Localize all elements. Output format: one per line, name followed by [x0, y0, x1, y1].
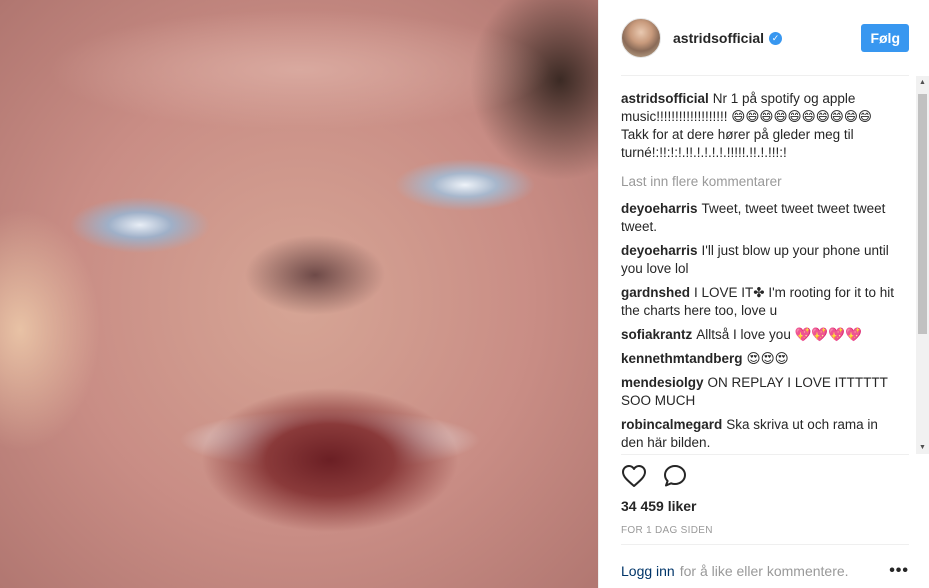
- like-count[interactable]: 34 459 liker: [621, 498, 697, 514]
- instagram-post: astridsofficial ✓ Følg astridsofficial Nr…: [0, 0, 929, 588]
- caption-username[interactable]: astridsofficial: [621, 91, 709, 106]
- login-prompt: Logg inn for å like eller kommentere. ••…: [621, 563, 909, 580]
- caption: astridsofficial Nr 1 på spotify og apple …: [621, 90, 901, 162]
- divider: [621, 544, 909, 545]
- scroll-up-arrow-icon[interactable]: ▲: [916, 76, 929, 89]
- comment-item: gardnshed I LOVE IT✤ I'm rooting for it t…: [621, 284, 901, 320]
- post-side-panel: astridsofficial ✓ Følg astridsofficial Nr…: [598, 0, 929, 588]
- scroll-down-arrow-icon[interactable]: ▼: [916, 441, 929, 454]
- divider: [621, 75, 909, 76]
- login-link[interactable]: Logg inn: [621, 563, 675, 579]
- comment-username[interactable]: kennethmtandberg: [621, 351, 743, 366]
- comment-username[interactable]: gardnshed: [621, 285, 690, 300]
- comment-item: mendesiolgy ON REPLAY I LOVE ITTTTTT SOO …: [621, 374, 901, 410]
- comments-scrollbar[interactable]: ▲ ▼: [916, 76, 929, 454]
- user-avatar[interactable]: [621, 18, 661, 58]
- comment-username[interactable]: robincalmegard: [621, 417, 722, 432]
- post-timestamp: FOR 1 DAG SIDEN: [621, 525, 713, 536]
- comment-username[interactable]: sofiakrantz: [621, 327, 692, 342]
- comment-username[interactable]: deyoeharris: [621, 201, 698, 216]
- post-username[interactable]: astridsofficial: [673, 30, 764, 46]
- load-more-comments-link[interactable]: Last inn flere kommentarer: [621, 173, 901, 191]
- divider: [621, 454, 909, 455]
- comment-item: sofiakrantz Alltså I love you 💖💖💖💖: [621, 326, 901, 344]
- comment-username[interactable]: mendesiolgy: [621, 375, 704, 390]
- more-options-icon[interactable]: •••: [889, 563, 909, 579]
- post-actions: [621, 464, 687, 488]
- post-photo[interactable]: [0, 0, 598, 588]
- comment-text: 😍😍😍: [746, 351, 789, 366]
- comments-list: astridsofficial Nr 1 på spotify og apple …: [621, 90, 901, 452]
- comment-item: robincalmegard Ska skriva ut och rama in …: [621, 416, 901, 452]
- comment-username[interactable]: deyoeharris: [621, 243, 698, 258]
- follow-button[interactable]: Følg: [861, 24, 909, 52]
- comment-item: deyoeharris I'll just blow up your phone …: [621, 242, 901, 278]
- heart-icon[interactable]: [621, 464, 647, 488]
- comment-item: deyoeharris Tweet, tweet tweet tweet twee…: [621, 200, 901, 236]
- scrollbar-thumb[interactable]: [918, 94, 927, 334]
- comment-icon[interactable]: [663, 464, 687, 488]
- comment-text: Alltså I love you 💖💖💖💖: [696, 327, 862, 342]
- post-header: astridsofficial ✓ Følg: [621, 16, 909, 60]
- verified-badge-icon: ✓: [769, 31, 783, 45]
- comment-item: kennethmtandberg 😍😍😍: [621, 350, 901, 368]
- login-prompt-text: for å like eller kommentere.: [679, 563, 849, 579]
